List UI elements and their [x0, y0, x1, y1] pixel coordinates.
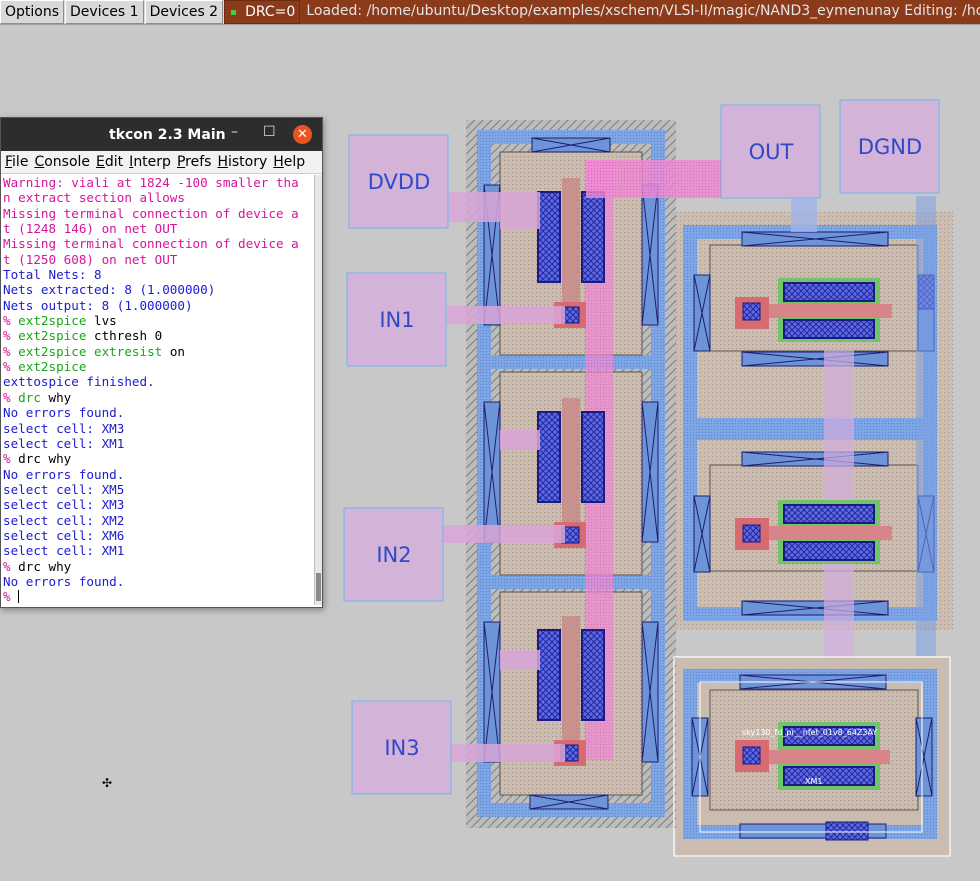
console-prompt: %: [3, 451, 19, 467]
console-line: No errors found.: [3, 466, 125, 482]
pin-in1[interactable]: IN1: [379, 308, 414, 332]
console-line: %: [3, 589, 313, 604]
console-line: select cell: XM1: [3, 435, 125, 451]
pin-in3[interactable]: IN3: [384, 736, 419, 760]
tkcon-menu-console[interactable]: Console: [34, 154, 90, 170]
console-line: select cell: XM1: [3, 543, 125, 559]
console-line: Nets output: 8 (1.000000): [3, 297, 193, 313]
console-argument: drc why: [18, 558, 72, 574]
console-line: % ext2spice cthresh 0: [3, 328, 313, 343]
instance-label: XM1: [805, 777, 822, 786]
pin-in2[interactable]: IN2: [376, 543, 411, 567]
cursor-crosshair-icon: ✣: [102, 776, 113, 790]
console-argument: drc why: [18, 451, 72, 467]
tkcon-menu-file[interactable]: File: [5, 154, 28, 170]
pin-out[interactable]: OUT: [749, 140, 794, 164]
tkcon-titlebar[interactable]: tkcon 2.3 Main – ☐ ✕: [1, 118, 322, 151]
close-icon[interactable]: ✕: [293, 125, 312, 144]
drc-status-icon: [231, 9, 237, 15]
console-line: Missing terminal connection of device a: [3, 205, 299, 221]
tkcon-menubar: File Console Edit Interp Prefs History Help: [1, 151, 322, 174]
console-prompt: %: [3, 343, 19, 359]
console-command: ext2spice: [18, 359, 87, 375]
console-prompt: %: [3, 389, 19, 405]
console-prompt: %: [3, 558, 19, 574]
console-argument: on: [162, 343, 185, 359]
console-line: select cell: XM2: [3, 512, 125, 528]
tkcon-menu-history[interactable]: History: [217, 154, 267, 170]
pmos-column: [466, 120, 676, 828]
nmos-column: [676, 196, 953, 680]
console-prompt: %: [3, 589, 19, 605]
cell-type-label: sky130_fd_pr__nfet_01v8_64Z3AY: [742, 728, 877, 737]
tkcon-menu-help[interactable]: Help: [273, 154, 305, 170]
console-command: ext2spice: [18, 328, 87, 344]
console-argument: cthresh 0: [86, 328, 163, 344]
console-line: select cell: XM3: [3, 497, 125, 513]
console-command: ext2spice: [18, 313, 87, 329]
console-line: Nets extracted: 8 (1.000000): [3, 282, 216, 298]
console-command: drc: [18, 389, 41, 405]
drc-indicator[interactable]: DRC=0: [224, 0, 301, 24]
tkcon-menu-prefs[interactable]: Prefs: [177, 154, 212, 170]
console-command: ext2spice extresist: [18, 343, 163, 359]
tkcon-window[interactable]: tkcon 2.3 Main – ☐ ✕ File Console Edit Inte…: [0, 117, 323, 608]
console-line: % drc why: [3, 451, 313, 466]
tkcon-scrollbar-thumb[interactable]: [316, 573, 321, 601]
console-line: select cell: XM3: [3, 420, 125, 436]
console-line: select cell: XM5: [3, 481, 125, 497]
tkcon-console-output[interactable]: Warning: viali at 1824 -100 smaller tha n…: [3, 175, 313, 605]
console-line: % ext2spice lvs: [3, 313, 313, 328]
console-line: % drc why: [3, 559, 313, 574]
devices1-menu[interactable]: Devices 1: [65, 0, 144, 24]
options-menu[interactable]: Options: [0, 0, 65, 24]
tkcon-menu-interp[interactable]: Interp: [129, 154, 171, 170]
devices2-menu[interactable]: Devices 2: [144, 0, 224, 24]
console-line: t (1248 146) on net OUT: [3, 221, 178, 237]
console-line: exttospice finished.: [3, 374, 155, 390]
console-line: No errors found.: [3, 573, 125, 589]
console-line: Warning: viali at 1824 -100 smaller tha: [3, 175, 299, 190]
tkcon-scrollbar[interactable]: [314, 175, 322, 605]
selected-cell-xm1[interactable]: sky130_fd_pr__nfet_01v8_64Z3AY XM1: [673, 656, 951, 857]
console-line: select cell: XM6: [3, 527, 125, 543]
drc-count: DRC=0: [245, 4, 296, 20]
status-bar: Loaded: /home/ubuntu/Desktop/examples/xs…: [300, 0, 980, 24]
console-line: t (1250 608) on net OUT: [3, 251, 178, 267]
console-prompt: %: [3, 359, 19, 375]
top-toolbar: Options Devices 1 Devices 2 DRC=0 Loaded…: [0, 0, 980, 25]
console-line: % ext2spice: [3, 359, 313, 374]
console-line: % drc why: [3, 390, 313, 405]
console-line: No errors found.: [3, 405, 125, 421]
pin-dvdd[interactable]: DVDD: [368, 170, 431, 194]
text-cursor: [18, 590, 20, 604]
console-line: n extract section allows: [3, 190, 185, 206]
console-line: Missing terminal connection of device a: [3, 236, 299, 252]
console-prompt: %: [3, 313, 19, 329]
maximize-icon[interactable]: ☐: [263, 124, 276, 140]
tkcon-menu-edit[interactable]: Edit: [96, 154, 123, 170]
pin-dgnd[interactable]: DGND: [858, 135, 922, 159]
minimize-icon[interactable]: –: [231, 124, 238, 140]
tkcon-title: tkcon 2.3 Main: [109, 127, 226, 143]
console-line: % ext2spice extresist on: [3, 344, 313, 359]
console-prompt: %: [3, 328, 19, 344]
console-argument: why: [40, 389, 72, 405]
console-argument: lvs: [86, 313, 117, 329]
console-line: Total Nets: 8: [3, 267, 102, 283]
